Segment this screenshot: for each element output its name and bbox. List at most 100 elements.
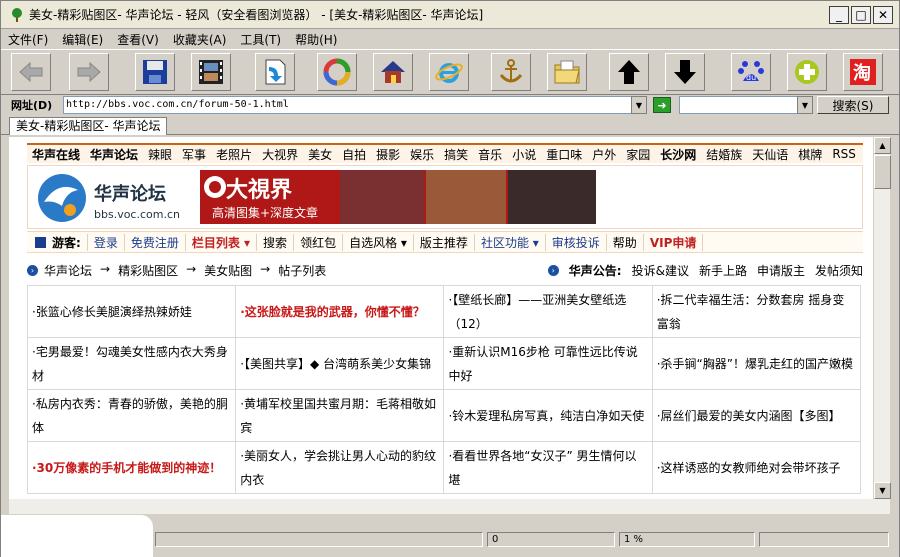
site-nav-item[interactable]: RSS [827, 147, 861, 161]
site-nav-item[interactable]: 户外 [587, 146, 621, 163]
maximize-button[interactable]: □ [851, 6, 871, 24]
refresh-button[interactable] [317, 53, 357, 91]
menu-tools[interactable]: 工具(T) [233, 31, 288, 48]
site-nav-item[interactable]: 老照片 [211, 146, 257, 163]
announcement-link[interactable]: 发帖须知 [815, 262, 863, 279]
save-button[interactable] [135, 53, 175, 91]
post-link[interactable]: ·美丽女人，学会挑让男人心动的豹纹内衣 [235, 441, 445, 494]
user-nav-item[interactable]: 审核投诉 [546, 233, 607, 251]
site-nav-item[interactable]: 大视界 [257, 146, 303, 163]
breadcrumb-section[interactable]: 精彩贴图区 [118, 262, 178, 279]
announcement-link[interactable]: 申请版主 [757, 262, 805, 279]
scroll-down-arrow-icon[interactable]: ▼ [874, 482, 891, 499]
breadcrumb-arrow-icon: › [27, 264, 38, 276]
post-link[interactable]: ·拆二代幸福生活：分数套房 摇身变富翁 [651, 285, 862, 338]
site-nav-item[interactable]: 长沙网 [655, 146, 701, 163]
search-input[interactable] [679, 96, 811, 114]
site-nav-item[interactable]: 华声论坛 [85, 146, 143, 163]
post-link[interactable]: ·私房内衣秀：青春的骄傲，美艳的胴体 [26, 389, 237, 442]
site-nav-item[interactable]: 家园 [621, 146, 655, 163]
announcement-arrow-icon: › [547, 264, 559, 276]
menu-file[interactable]: 文件(F) [1, 31, 55, 48]
post-link[interactable]: ·这张脸就是我的武器，你懂不懂？ [235, 285, 445, 338]
post-link[interactable]: ·重新认识M16步枪 可靠性远比传说中好 [443, 337, 653, 390]
scroll-up-button[interactable] [609, 53, 649, 91]
user-nav-item[interactable]: 栏目列表 ▾ [186, 233, 258, 251]
header-banner-area: 华声论坛 bbs.voc.com.cn 大視界 高清图集+深度文章 [27, 165, 863, 229]
site-nav-item[interactable]: 美女 [303, 146, 337, 163]
site-nav-item[interactable]: 结婚族 [701, 146, 747, 163]
page-arrow-button[interactable] [255, 53, 295, 91]
post-link[interactable]: ·张篮心修长美腿演绎热辣娇娃 [26, 285, 237, 338]
back-button[interactable] [11, 53, 51, 91]
user-nav-item[interactable]: 搜索 [257, 233, 295, 251]
post-link[interactable]: ·【壁纸长廊】——亚洲美女壁纸选（12） [443, 285, 653, 338]
user-nav-item[interactable]: 帮助 [607, 233, 644, 251]
search-dropdown-icon[interactable]: ▼ [797, 96, 813, 114]
scroll-thumb[interactable] [874, 155, 891, 189]
site-nav-item[interactable]: 重口味 [541, 146, 587, 163]
post-link[interactable]: ·屌丝们最爱的美女内涵图【多图】 [651, 389, 862, 442]
site-nav-item[interactable]: 棋牌 [793, 146, 827, 163]
site-nav-item[interactable]: 摄影 [371, 146, 405, 163]
anchor-button[interactable] [491, 53, 531, 91]
post-link[interactable]: ·黄埔军校里国共蜜月期：毛蒋相敬如宾 [235, 389, 445, 442]
dashijie-banner[interactable]: 大視界 高清图集+深度文章 [200, 170, 596, 224]
site-nav-item[interactable]: 辣眼 [143, 146, 177, 163]
close-button[interactable]: ✕ [873, 6, 893, 24]
post-link[interactable]: ·30万像素的手机才能做到的神迹！ [26, 441, 237, 494]
announcement-link[interactable]: 新手上路 [699, 262, 747, 279]
address-dropdown-icon[interactable]: ▼ [631, 96, 647, 114]
site-nav-item[interactable]: 自拍 [337, 146, 371, 163]
site-logo[interactable]: 华声论坛 bbs.voc.com.cn [34, 170, 184, 226]
user-nav-item[interactable]: VIP申请 [644, 233, 704, 251]
banner-emblem-icon [204, 176, 226, 198]
post-link[interactable]: ·宅男最爱！勾魂美女性感内衣大秀身材 [26, 337, 237, 390]
breadcrumb-huasheng[interactable]: 华声论坛 [44, 262, 92, 279]
post-link[interactable]: ·【美图共享】◆ 台湾萌系美少女集锦 [235, 337, 445, 390]
user-nav-item[interactable]: 自选风格 ▾ [343, 233, 414, 251]
user-nav-item[interactable]: 免费注册 [125, 233, 186, 251]
site-nav-item[interactable]: 华声在线 [27, 146, 85, 163]
user-nav-item[interactable]: 领红包 [294, 233, 344, 251]
menu-favorites[interactable]: 收藏夹(A) [166, 31, 234, 48]
add-button[interactable] [787, 53, 827, 91]
breadcrumb-forum[interactable]: 美女贴图 [204, 262, 252, 279]
plus-icon [795, 60, 819, 84]
ie-button[interactable] [429, 53, 469, 91]
home-button[interactable] [373, 53, 413, 91]
post-link[interactable]: ·看看世界各地“女汉子” 男生情何以堪 [443, 441, 653, 494]
site-nav-item[interactable]: 娱乐 [405, 146, 439, 163]
folder-button[interactable] [547, 53, 587, 91]
baidu-button[interactable]: du [731, 53, 771, 91]
menu-help[interactable]: 帮助(H) [288, 31, 344, 48]
taobao-button[interactable]: 淘 [843, 53, 883, 91]
minimize-button[interactable]: _ [829, 6, 849, 24]
horizontal-scrollbar[interactable] [9, 499, 890, 514]
address-input[interactable]: http://bbs.voc.com.cn/forum-50-1.html [63, 96, 647, 114]
scroll-down-button[interactable] [665, 53, 705, 91]
site-nav-item[interactable]: 搞笑 [439, 146, 473, 163]
announcement-link[interactable]: 投诉&建议 [632, 262, 689, 279]
breadcrumb-current: 帖子列表 [278, 263, 327, 278]
tab-current-page[interactable]: 美女-精彩贴图区- 华声论坛 [9, 117, 168, 135]
menu-view[interactable]: 查看(V) [110, 31, 166, 48]
post-link[interactable]: ·这样诱惑的女教师绝对会带坏孩子 [651, 441, 862, 494]
scroll-up-arrow-icon[interactable]: ▲ [874, 137, 891, 154]
post-link[interactable]: ·铃木爱理私房写真，纯洁白净如天使 [443, 389, 653, 442]
forward-button[interactable] [69, 53, 109, 91]
folder-icon [554, 60, 580, 84]
film-button[interactable] [191, 53, 231, 91]
site-nav-item[interactable]: 天仙语 [747, 146, 793, 163]
search-button[interactable]: 搜索(S) [817, 96, 889, 114]
site-nav-item[interactable]: 音乐 [473, 146, 507, 163]
post-link[interactable]: ·杀手锏“胸器”！爆乳走红的国产嫩模 [651, 337, 862, 390]
user-nav-item[interactable]: 社区功能 ▾ [475, 233, 546, 251]
site-nav-item[interactable]: 小说 [507, 146, 541, 163]
vertical-scrollbar[interactable]: ▲ ▼ [873, 137, 891, 499]
menu-edit[interactable]: 编辑(E) [55, 31, 110, 48]
go-arrow-icon[interactable]: ➜ [653, 97, 671, 113]
user-nav-item[interactable]: 版主推荐 [414, 233, 475, 251]
user-nav-item[interactable]: 登录 [88, 233, 125, 251]
site-nav-item[interactable]: 军事 [177, 146, 211, 163]
